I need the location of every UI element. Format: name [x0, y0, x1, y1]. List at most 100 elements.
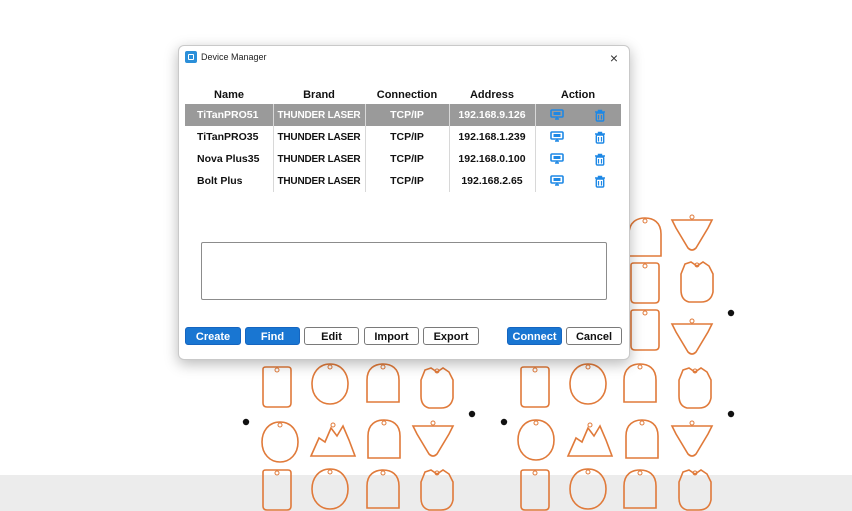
laser-shape-hole — [587, 422, 593, 428]
laser-shape-hole — [642, 263, 648, 269]
device-name-cell: Bolt Plus — [197, 175, 243, 187]
device-manager-dialog: Device Manager × Name Brand Connection A… — [178, 45, 630, 360]
laser-shape-hole — [327, 469, 333, 475]
laser-shape — [366, 363, 400, 403]
laser-shape-hole — [642, 310, 648, 316]
laser-shape-hole — [532, 367, 538, 373]
device-brand-cell: THUNDER LASER — [272, 148, 365, 170]
trash-icon[interactable] — [594, 131, 606, 144]
laser-shape — [566, 424, 614, 457]
laser-shape — [311, 468, 349, 510]
device-address-cell: 192.168.9.126 — [448, 104, 535, 126]
device-row[interactable]: TiTanPRO51 THUNDER LASER TCP/IP 192.168.9.1… — [185, 104, 621, 126]
device-brand-cell: THUNDER LASER — [272, 126, 365, 148]
dialog-titlebar[interactable]: Device Manager × — [179, 46, 629, 70]
laser-shape — [517, 419, 555, 461]
laser-shape-hole — [637, 470, 643, 476]
registration-dot — [727, 309, 735, 317]
device-connection-cell: TCP/IP — [364, 148, 449, 170]
device-action-cell — [534, 148, 621, 170]
laser-shape — [630, 309, 660, 351]
device-name-cell: TiTanPRO35 — [197, 131, 259, 143]
device-brand-cell: THUNDER LASER — [272, 104, 365, 126]
laser-shape — [262, 366, 292, 408]
laser-shape-hole — [532, 470, 538, 476]
laser-shape — [520, 366, 550, 408]
device-address-cell: 192.168.2.65 — [448, 170, 535, 192]
device-connection-cell: TCP/IP — [364, 104, 449, 126]
laser-shape — [628, 217, 662, 257]
laser-shape-hole — [533, 420, 539, 426]
device-action-cell — [534, 170, 621, 192]
cancel-button[interactable]: Cancel — [566, 327, 622, 345]
laser-shape — [670, 323, 714, 355]
create-button[interactable]: Create — [185, 327, 241, 345]
close-icon[interactable]: × — [605, 49, 623, 67]
device-brand-cell: THUNDER LASER — [272, 170, 365, 192]
monitor-connect-icon[interactable] — [550, 175, 565, 187]
laser-shape-hole — [585, 364, 591, 370]
registration-dot — [500, 418, 508, 426]
import-button[interactable]: Import — [364, 327, 419, 345]
device-address-cell: 192.168.1.239 — [448, 126, 535, 148]
laser-shape — [630, 262, 660, 304]
laser-shape — [366, 469, 400, 509]
laser-shape — [670, 425, 714, 457]
device-connection-cell: TCP/IP — [364, 126, 449, 148]
trash-icon[interactable] — [594, 153, 606, 166]
laser-shape-hole — [277, 422, 283, 428]
laser-shape — [680, 261, 714, 303]
find-button[interactable]: Find — [245, 327, 300, 345]
laser-shape — [261, 421, 299, 463]
device-name-cell: Nova Plus35 — [197, 153, 260, 165]
device-row[interactable]: TiTanPRO35 THUNDER LASER TCP/IP 192.168.1.2… — [185, 126, 621, 148]
laser-shape — [678, 367, 712, 409]
laser-shape-hole — [642, 218, 648, 224]
laser-shape — [625, 419, 659, 459]
trash-icon[interactable] — [594, 175, 606, 188]
laser-shape-hole — [689, 214, 695, 220]
laser-shape-hole — [274, 367, 280, 373]
monitor-connect-icon[interactable] — [550, 131, 565, 143]
device-connection-cell: TCP/IP — [364, 170, 449, 192]
laser-shape-hole — [330, 422, 336, 428]
trash-icon[interactable] — [594, 109, 606, 122]
laser-shape — [309, 424, 357, 457]
laser-shape — [262, 469, 292, 511]
laser-shape-hole — [585, 469, 591, 475]
laser-shape-hole — [380, 364, 386, 370]
device-action-cell — [534, 126, 621, 148]
laser-shape-hole — [380, 470, 386, 476]
column-header-connection[interactable]: Connection — [365, 86, 449, 104]
laser-shape — [520, 469, 550, 511]
laser-shape-hole — [381, 420, 387, 426]
laser-shape-hole — [327, 364, 333, 370]
laser-shape — [569, 363, 607, 405]
laser-shape — [420, 367, 454, 409]
monitor-connect-icon[interactable] — [550, 153, 565, 165]
monitor-connect-icon[interactable] — [550, 109, 565, 121]
export-button[interactable]: Export — [423, 327, 479, 345]
laser-shape-hole — [689, 318, 695, 324]
laser-shape-hole — [274, 470, 280, 476]
device-row[interactable]: Nova Plus35 THUNDER LASER TCP/IP 192.168.0.… — [185, 148, 621, 170]
registration-dot — [468, 410, 476, 418]
device-address-cell: 192.168.0.100 — [448, 148, 535, 170]
device-log-textarea[interactable] — [201, 242, 607, 300]
device-manager-app-icon — [185, 51, 197, 63]
laser-shape — [311, 363, 349, 405]
registration-dot — [242, 418, 250, 426]
device-name-cell: TiTanPRO51 — [185, 104, 273, 126]
laser-shape-hole — [430, 420, 436, 426]
registration-dot — [727, 410, 735, 418]
column-header-address[interactable]: Address — [449, 86, 535, 104]
device-row[interactable]: Bolt Plus THUNDER LASER TCP/IP 192.168.2.65 — [185, 170, 621, 192]
laser-shape — [420, 469, 454, 511]
connect-button[interactable]: Connect — [507, 327, 562, 345]
column-header-action: Action — [560, 89, 596, 101]
laser-shape — [367, 419, 401, 459]
dialog-title: Device Manager — [201, 52, 267, 62]
column-header-brand[interactable]: Brand — [273, 86, 365, 104]
column-header-name[interactable]: Name — [185, 86, 273, 104]
edit-button[interactable]: Edit — [304, 327, 359, 345]
